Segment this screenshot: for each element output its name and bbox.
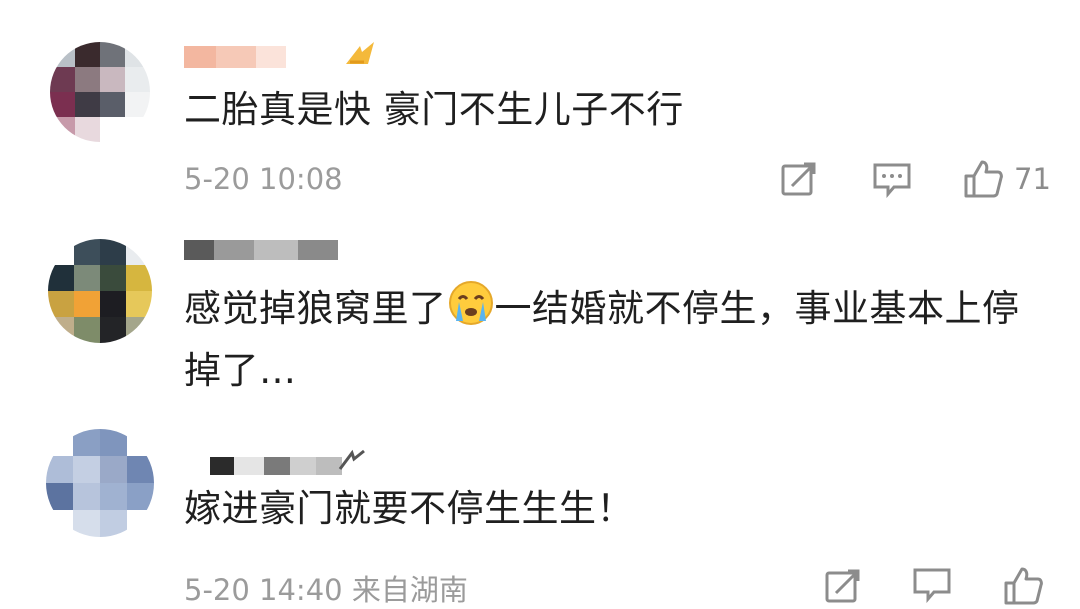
share-icon [781, 162, 816, 196]
thumbs-up-icon [964, 160, 1003, 198]
username[interactable] [184, 237, 338, 263]
comment-text-part: 感觉掉狼窝里了 [184, 287, 447, 330]
reply-button[interactable] [872, 162, 912, 198]
badge-icon [338, 449, 366, 475]
crying-face-emoji [447, 279, 495, 343]
reply-button[interactable] [912, 567, 952, 603]
avatar[interactable] [48, 239, 152, 343]
comment-timestamp: 5-20 14:40 来自湖南 [184, 573, 468, 607]
comment-item: 感觉掉狼窝里了 一结婚就不停生，事业基本上停掉了… [0, 215, 1080, 415]
comment-text: 嫁进豪门就要不停生生生！ [184, 487, 634, 530]
thumbs-up-icon [1004, 567, 1043, 605]
comment-item: 二胎真是快 豪门不生儿子不行 5-20 10:08 71 [0, 0, 1080, 215]
comment-icon [913, 568, 951, 603]
avatar[interactable] [46, 429, 154, 537]
repost-button[interactable] [824, 567, 862, 605]
avatar[interactable] [50, 42, 150, 142]
username[interactable] [184, 44, 286, 70]
vip-badge-icon [340, 38, 380, 74]
comment-text: 二胎真是快 豪门不生儿子不行 [184, 88, 684, 131]
comment-item: 嫁进豪门就要不停生生生！ 5-20 14:40 来自湖南 [0, 415, 1080, 607]
comment-timestamp: 5-20 10:08 [184, 162, 343, 196]
username[interactable] [210, 453, 342, 479]
like-button[interactable] [1002, 565, 1044, 607]
share-icon [825, 569, 860, 603]
comment-text: 感觉掉狼窝里了 一结婚就不停生，事业基本上停掉了… [184, 279, 1040, 399]
like-button[interactable]: 71 [962, 158, 1051, 200]
repost-button[interactable] [780, 160, 818, 198]
comment-icon [873, 163, 911, 198]
like-count: 71 [1014, 162, 1051, 196]
